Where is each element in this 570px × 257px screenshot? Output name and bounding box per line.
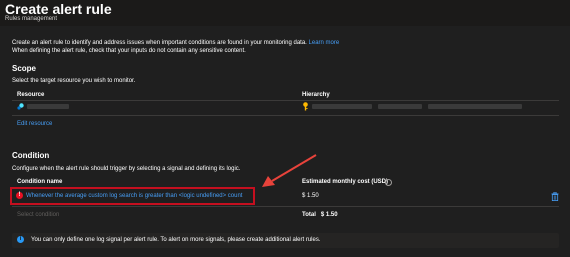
- key-icon: [303, 102, 308, 111]
- page-header: Create alert rule Rules management: [0, 0, 570, 26]
- error-icon: !: [16, 192, 23, 199]
- condition-row-link[interactable]: Whenever the average custom log search i…: [26, 193, 242, 199]
- learn-more-link[interactable]: Learn more: [309, 40, 340, 46]
- condition-row-cost: $ 1.50: [302, 193, 319, 199]
- hierarchy-part-1-redacted: [312, 104, 372, 109]
- banner-info-icon: i: [17, 236, 24, 243]
- scope-description: Select the target resource you wish to m…: [12, 78, 136, 84]
- column-hierarchy: Hierarchy: [302, 92, 330, 98]
- info-icon[interactable]: [385, 179, 392, 186]
- select-condition-link[interactable]: Select condition: [17, 212, 59, 218]
- scope-header-divider: [12, 100, 559, 101]
- condition-description: Configure when the alert rule should tri…: [12, 166, 241, 172]
- intro-line2: When defining the alert rule, check that…: [12, 48, 246, 54]
- main-content: [0, 26, 570, 257]
- condition-row-divider: [12, 206, 559, 207]
- intro-text: Create an alert rule to identify and add…: [12, 40, 339, 46]
- banner-text: You can only define one log signal per a…: [31, 237, 321, 243]
- total-value: $ 1.50: [320, 212, 338, 218]
- column-resource: Resource: [17, 92, 45, 98]
- resource-name-redacted: [27, 104, 69, 109]
- page-title: Create alert rule: [5, 1, 112, 17]
- condition-heading: Condition: [12, 151, 50, 160]
- hierarchy-part-2-redacted: [378, 104, 422, 109]
- total-label: Total: [302, 212, 316, 218]
- total-row: Total $ 1.50: [302, 212, 338, 218]
- scope-row-divider: [12, 115, 559, 116]
- scope-heading: Scope: [12, 64, 37, 73]
- column-condition-name: Condition name: [17, 179, 63, 185]
- resource-icon: [17, 103, 24, 110]
- edit-resource-link[interactable]: Edit resource: [17, 121, 52, 127]
- page-subtitle: Rules management: [5, 16, 58, 22]
- column-estimated-cost: Estimated monthly cost (USD): [302, 179, 389, 185]
- trash-icon[interactable]: [551, 192, 559, 201]
- hierarchy-part-3-redacted: [428, 104, 522, 109]
- intro-line1: Create an alert rule to identify and add…: [12, 40, 307, 46]
